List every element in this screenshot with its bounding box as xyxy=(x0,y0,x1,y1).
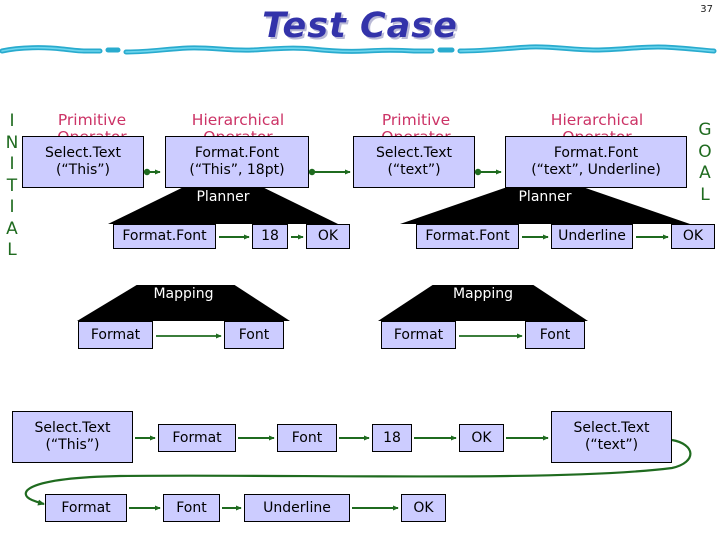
node-line1: Font xyxy=(539,326,571,343)
side-letter: T xyxy=(6,175,18,196)
node-line2: (“This”, 18pt) xyxy=(189,162,285,178)
trace2-node-font[interactable]: Font xyxy=(163,494,220,522)
trace1-node-font[interactable]: Font xyxy=(277,424,337,452)
page-number: 37 xyxy=(700,4,713,15)
side-letter: G xyxy=(698,120,712,140)
planner-band-right: Planner xyxy=(400,188,690,224)
planner-band-left: Planner xyxy=(108,188,338,224)
node-line1: Select.Text xyxy=(376,145,452,161)
operator-node-select-text-text[interactable]: Select.Text (“text”) xyxy=(353,136,475,188)
node-line1: Format xyxy=(393,326,444,343)
trace1-node-select-text-this[interactable]: Select.Text (“This”) xyxy=(12,411,133,463)
side-letter: I xyxy=(9,111,15,131)
mapping-step-format-left[interactable]: Format xyxy=(78,321,153,349)
planner-step-format-font-left[interactable]: Format.Font xyxy=(113,224,216,249)
node-line1: OK xyxy=(471,429,492,446)
planner-band-label: Planner xyxy=(196,189,250,205)
side-letter: O xyxy=(698,141,712,162)
trace1-node-select-text-text[interactable]: Select.Text (“text”) xyxy=(551,411,672,463)
operator-node-format-font-text-underline[interactable]: Format.Font (“text”, Underline) xyxy=(505,136,687,188)
node-line1: OK xyxy=(413,499,434,516)
planner-band-label: Planner xyxy=(518,189,572,205)
node-line2: (“This”) xyxy=(45,437,100,453)
column-header-line1: Hierarchical xyxy=(191,111,285,129)
node-line1: Format.Font xyxy=(553,145,639,161)
mapping-step-font-right[interactable]: Font xyxy=(525,321,585,349)
node-line1: 18 xyxy=(261,228,279,244)
planner-step-18-left[interactable]: 18 xyxy=(252,224,288,249)
operator-node-format-font-this-18pt[interactable]: Format.Font (“This”, 18pt) xyxy=(165,136,309,188)
column-header-line1: Hierarchical xyxy=(550,111,644,129)
side-letter: A xyxy=(699,163,711,183)
node-line1: Select.Text xyxy=(34,420,111,436)
node-line1: Underline xyxy=(263,499,331,516)
side-letter: A xyxy=(6,218,18,239)
title-underline-squiggle xyxy=(0,44,717,55)
node-line1: Underline xyxy=(558,228,626,244)
trace2-node-format[interactable]: Format xyxy=(45,494,127,522)
node-line1: Format.Font xyxy=(425,228,510,244)
planner-step-ok-right[interactable]: OK xyxy=(671,224,715,249)
mapping-step-format-right[interactable]: Format xyxy=(381,321,456,349)
planner-step-format-font-right[interactable]: Format.Font xyxy=(416,224,519,249)
side-label-initial: I N I T I A L xyxy=(3,111,21,262)
trace2-node-underline[interactable]: Underline xyxy=(244,494,350,522)
node-line2: (“text”) xyxy=(387,162,441,178)
mapping-band-left: Mapping xyxy=(77,285,290,321)
node-line1: Format xyxy=(172,429,222,446)
node-line1: 18 xyxy=(383,429,401,446)
node-line1: Format.Font xyxy=(122,228,207,244)
slide-canvas: Test Case 37 I N I T I A L G O A L Primi… xyxy=(0,0,720,540)
node-line1: OK xyxy=(682,228,704,244)
trace1-node-ok[interactable]: OK xyxy=(459,424,504,452)
node-line1: Font xyxy=(176,499,207,516)
node-line1: Font xyxy=(291,429,323,446)
operator-connector-2 xyxy=(308,168,351,176)
column-header-line1: Primitive xyxy=(381,111,451,129)
node-line1: OK xyxy=(317,228,339,244)
node-line1: Format.Font xyxy=(194,145,280,161)
trace1-node-18[interactable]: 18 xyxy=(372,424,412,452)
side-letter: I xyxy=(9,154,15,174)
node-line1: Select.Text xyxy=(45,145,121,161)
operator-node-select-text-this[interactable]: Select.Text (“This”) xyxy=(22,136,144,188)
trace1-node-format[interactable]: Format xyxy=(158,424,236,452)
side-label-goal: G O A L xyxy=(696,120,714,206)
node-line2: (“text”) xyxy=(584,437,639,453)
column-header-line1: Primitive xyxy=(57,111,127,129)
node-line1: Format xyxy=(61,499,111,516)
planner-step-underline-right[interactable]: Underline xyxy=(551,224,633,249)
node-line2: (“text”, Underline) xyxy=(531,162,661,178)
operator-connector-1 xyxy=(143,168,161,176)
mapping-band-label: Mapping xyxy=(153,286,214,302)
mapping-band-right: Mapping xyxy=(378,285,588,321)
side-letter: L xyxy=(7,240,17,260)
operator-connector-3 xyxy=(474,168,502,176)
mapping-band-label: Mapping xyxy=(452,286,514,302)
node-line1: Font xyxy=(238,326,270,343)
node-line2: (“This”) xyxy=(55,162,111,178)
trace2-node-ok[interactable]: OK xyxy=(401,494,446,522)
side-letter: N xyxy=(5,132,19,153)
planner-step-ok-left[interactable]: OK xyxy=(306,224,350,249)
node-line1: Select.Text xyxy=(573,420,650,436)
side-letter: L xyxy=(700,184,710,205)
node-line1: Format xyxy=(90,326,141,343)
mapping-step-font-left[interactable]: Font xyxy=(224,321,284,349)
side-letter: I xyxy=(9,197,15,217)
